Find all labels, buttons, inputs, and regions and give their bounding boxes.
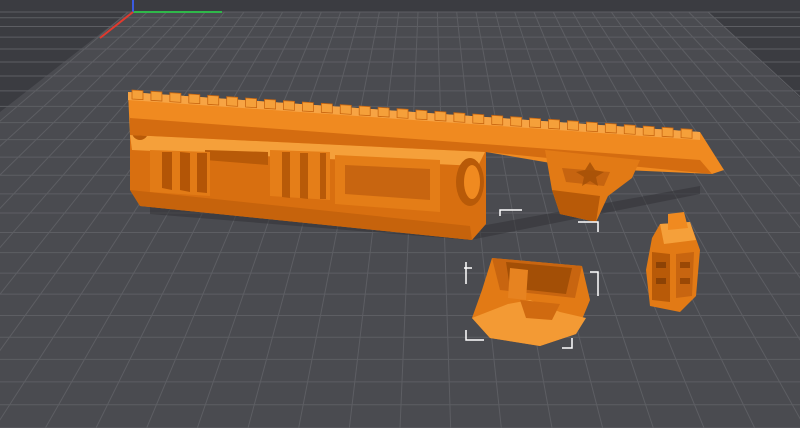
rail-tooth [131,89,144,101]
rail-tooth [680,128,693,139]
rail-tooth [434,110,447,122]
rail-tooth [491,114,504,126]
3d-viewport[interactable] [0,0,800,428]
rail-tooth [642,125,655,137]
rail-tooth [586,121,598,133]
rail-tooth [396,108,409,119]
rail-tooth [226,96,239,107]
rail-tooth [150,90,163,102]
rail-tooth [301,101,314,113]
rail-tooth [510,116,523,127]
rail-tooth [453,112,466,123]
rail-tooth [548,118,560,130]
rail-tooth [604,122,617,134]
rail-tooth [661,126,674,138]
rail-tooth [188,93,201,105]
rail-tooth [623,124,636,135]
rail-tooth [358,105,371,117]
magwell-part[interactable] [472,258,590,346]
rail-tooth [320,102,333,114]
rail-tooth [283,100,295,111]
rail-tooth [169,92,182,103]
rail-tooth [567,120,579,131]
rail-tooth [264,98,276,110]
rail-tooth [245,97,258,109]
rail-tooth [377,106,390,118]
rail-tooth [415,109,428,121]
3d-scene[interactable] [0,0,800,428]
rail-tooth [472,113,485,125]
rail-tooth [339,104,352,115]
rail-tooth [529,117,541,129]
rail-tooth [207,94,220,106]
